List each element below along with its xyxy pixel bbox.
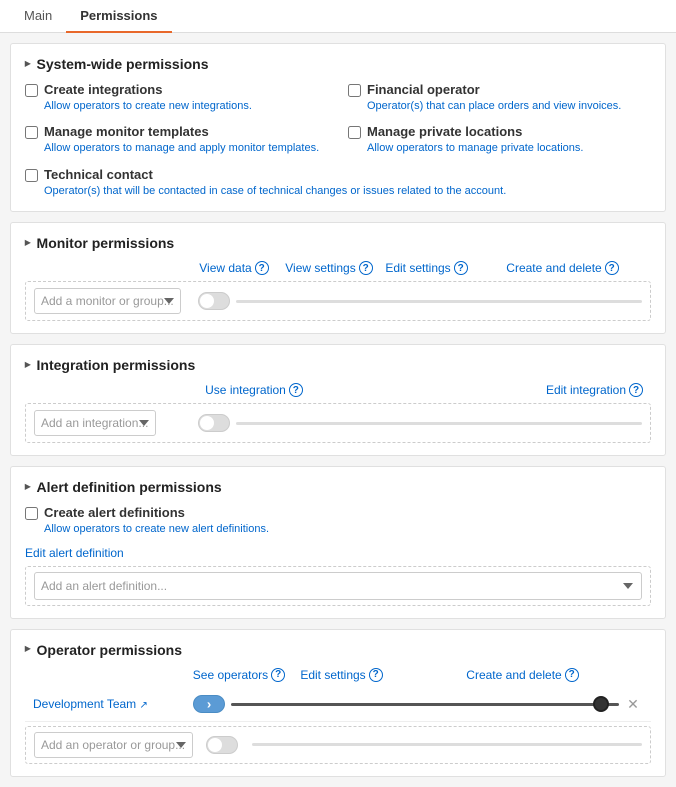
- monitor-edit-settings-help-icon[interactable]: ?: [454, 261, 468, 275]
- monitor-col-edit-settings: Edit settings ?: [379, 261, 474, 275]
- operator-add-row: Add an operator or group...: [25, 726, 651, 764]
- monitor-add-row: Add a monitor or group...: [25, 281, 651, 321]
- op-see-label: See operators: [193, 668, 268, 682]
- alert-title: Alert definition permissions: [25, 479, 651, 495]
- integration-track-area: [198, 414, 642, 432]
- op-edit-label: Edit settings: [300, 668, 365, 682]
- checkbox-financial-operator-input[interactable]: [348, 84, 361, 97]
- monitor-select-col: Add a monitor or group...: [34, 288, 194, 314]
- op-dev-team-name: Development Team ↗: [33, 697, 189, 711]
- op-create-label: Create and delete: [466, 668, 561, 682]
- integration-edit-help-icon[interactable]: ?: [629, 383, 643, 397]
- integration-col-use: Use integration ?: [189, 383, 319, 397]
- operator-header-row: See operators ? Edit settings ? Create a…: [25, 668, 651, 682]
- checkbox-create-integrations-desc: Allow operators to create new integratio…: [44, 99, 328, 114]
- monitor-view-settings-help-icon[interactable]: ?: [359, 261, 373, 275]
- operator-title: Operator permissions: [25, 642, 651, 658]
- op-dev-team-track-area: [193, 695, 619, 713]
- checkbox-create-integrations-input[interactable]: [25, 84, 38, 97]
- checkbox-private-locations-input[interactable]: [348, 126, 361, 139]
- checkbox-private-locations-label: Manage private locations: [367, 124, 522, 139]
- integration-track: [236, 422, 642, 425]
- op-add-select[interactable]: Add an operator or group...: [34, 732, 193, 758]
- op-col-edit: Edit settings ?: [289, 668, 394, 682]
- monitor-track: [236, 300, 642, 303]
- checkbox-create-alert: Create alert definitions Allow operators…: [25, 505, 651, 537]
- alert-section: Alert definition permissions Create aler…: [10, 466, 666, 618]
- op-col-see: See operators ?: [189, 668, 289, 682]
- monitor-section: Monitor permissions View data ? View set…: [10, 222, 666, 334]
- operator-section: Operator permissions See operators ? Edi…: [10, 629, 666, 777]
- tab-permissions[interactable]: Permissions: [66, 0, 171, 33]
- op-dev-team-track: [231, 703, 619, 706]
- monitor-title: Monitor permissions: [25, 235, 651, 251]
- system-wide-title: System-wide permissions: [25, 56, 651, 72]
- checkbox-create-integrations: Create integrations Allow operators to c…: [25, 82, 328, 114]
- op-create-help-icon[interactable]: ?: [565, 668, 579, 682]
- operator-dev-team-row: Development Team ↗ ✕: [25, 688, 651, 722]
- monitor-view-settings-label: View settings: [285, 261, 355, 275]
- checkbox-private-locations-desc: Allow operators to manage private locati…: [367, 141, 651, 156]
- checkbox-monitor-templates-desc: Allow operators to manage and apply moni…: [44, 141, 328, 156]
- op-dev-team-toggle[interactable]: [193, 695, 225, 713]
- checkbox-create-alert-input[interactable]: [25, 507, 38, 520]
- monitor-col-view-settings: View settings ?: [279, 261, 379, 275]
- monitor-add-select[interactable]: Add a monitor or group...: [34, 288, 181, 314]
- integration-use-help-icon[interactable]: ?: [289, 383, 303, 397]
- integration-col-edit: Edit integration ?: [319, 383, 651, 397]
- monitor-view-data-label: View data: [199, 261, 251, 275]
- integration-title: Integration permissions: [25, 357, 651, 373]
- op-add-track: [252, 743, 642, 746]
- op-dev-team-delete-btn[interactable]: ✕: [623, 696, 643, 713]
- op-add-select-wrap: Add an operator or group...: [34, 732, 194, 758]
- system-wide-checkboxes: Create integrations Allow operators to c…: [25, 82, 651, 199]
- integration-header-row: Use integration ? Edit integration ?: [25, 383, 651, 397]
- monitor-create-delete-help-icon[interactable]: ?: [605, 261, 619, 275]
- monitor-toggle[interactable]: [198, 292, 230, 310]
- page-container: Main Permissions System-wide permissions…: [0, 0, 676, 777]
- integration-use-label: Use integration: [205, 383, 286, 397]
- monitor-col-view-data: View data ?: [189, 261, 279, 275]
- op-add-toggle[interactable]: [206, 736, 238, 754]
- checkbox-monitor-templates: Manage monitor templates Allow operators…: [25, 124, 328, 156]
- tabs-bar: Main Permissions: [0, 0, 676, 33]
- alert-add-select[interactable]: Add an alert definition...: [34, 572, 642, 600]
- checkbox-create-alert-label: Create alert definitions: [44, 505, 185, 520]
- op-edit-help-icon[interactable]: ?: [369, 668, 383, 682]
- op-dev-team-link[interactable]: Development Team: [33, 697, 136, 711]
- op-dev-team-thumb[interactable]: [593, 696, 609, 712]
- checkbox-monitor-templates-input[interactable]: [25, 126, 38, 139]
- monitor-view-data-help-icon[interactable]: ?: [255, 261, 269, 275]
- checkbox-create-integrations-label: Create integrations: [44, 82, 162, 97]
- integration-add-row: Add an integration...: [25, 403, 651, 443]
- checkbox-technical-contact-label: Technical contact: [44, 167, 153, 182]
- edit-alert-label: Edit alert definition: [25, 546, 651, 560]
- monitor-col-create-delete: Create and delete ?: [474, 261, 651, 275]
- checkbox-private-locations: Manage private locations Allow operators…: [348, 124, 651, 156]
- op-see-help-icon[interactable]: ?: [271, 668, 285, 682]
- integration-toggle[interactable]: [198, 414, 230, 432]
- integration-section: Integration permissions Use integration …: [10, 344, 666, 456]
- integration-add-select[interactable]: Add an integration...: [34, 410, 156, 436]
- checkbox-technical-contact-input[interactable]: [25, 169, 38, 182]
- tab-main[interactable]: Main: [10, 0, 66, 33]
- checkbox-monitor-templates-label: Manage monitor templates: [44, 124, 209, 139]
- checkbox-financial-operator: Financial operator Operator(s) that can …: [348, 82, 651, 114]
- integration-select-col: Add an integration...: [34, 410, 194, 436]
- monitor-header-row: View data ? View settings ? Edit setting…: [25, 261, 651, 275]
- op-col-create: Create and delete ?: [394, 668, 651, 682]
- checkbox-financial-operator-desc: Operator(s) that can place orders and vi…: [367, 99, 651, 114]
- integration-edit-label: Edit integration: [546, 383, 626, 397]
- checkbox-create-alert-desc: Allow operators to create new alert defi…: [44, 522, 651, 537]
- system-wide-section: System-wide permissions Create integrati…: [10, 43, 666, 212]
- checkbox-financial-operator-label: Financial operator: [367, 82, 480, 97]
- checkbox-technical-contact: Technical contact Operator(s) that will …: [25, 167, 651, 199]
- checkbox-technical-contact-desc: Operator(s) that will be contacted in ca…: [44, 184, 651, 199]
- monitor-track-area: [198, 292, 642, 310]
- monitor-create-delete-label: Create and delete: [506, 261, 601, 275]
- monitor-edit-settings-label: Edit settings: [385, 261, 450, 275]
- alert-add-row: Add an alert definition...: [25, 566, 651, 606]
